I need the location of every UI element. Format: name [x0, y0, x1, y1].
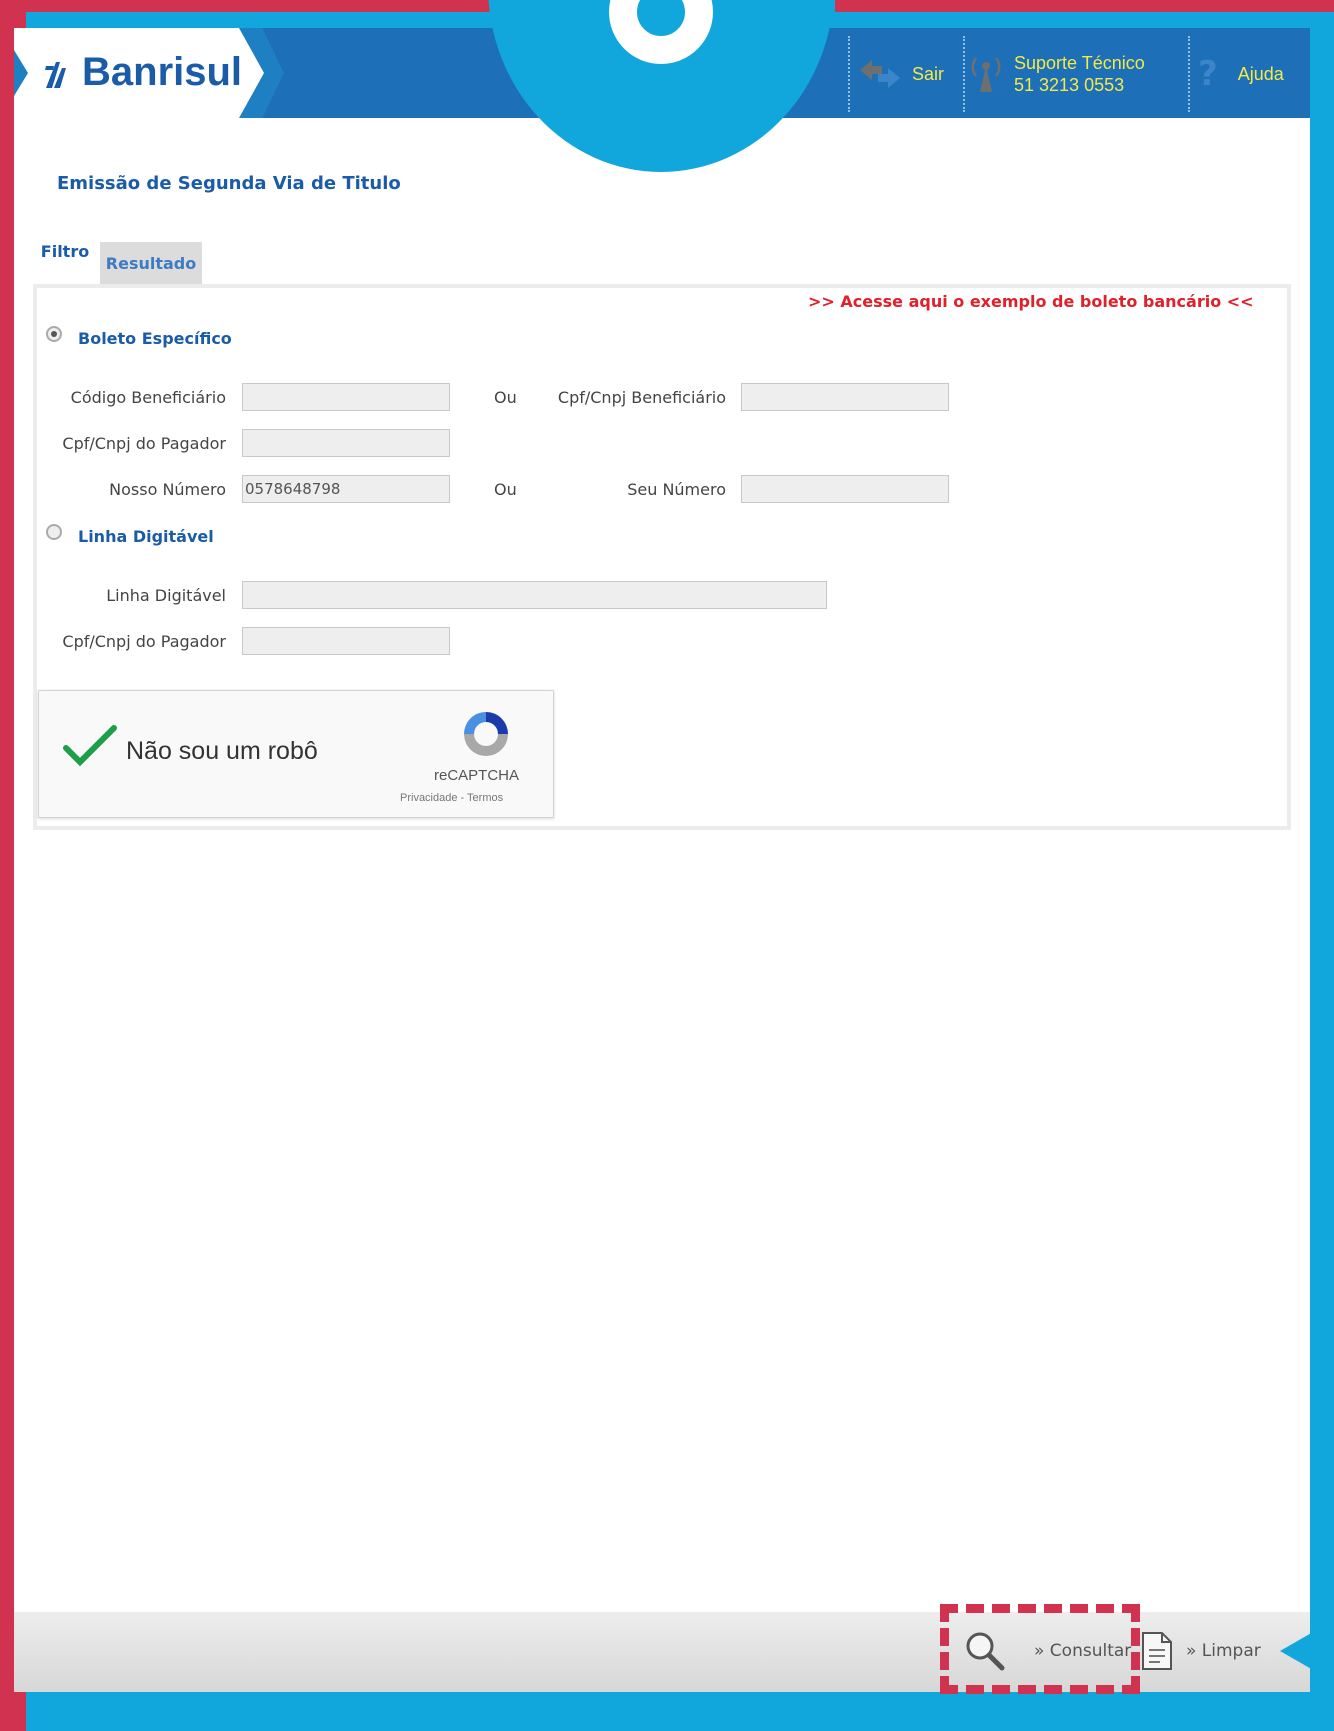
ou-separator: Ou — [494, 480, 517, 499]
radio-linha-digitavel-label[interactable]: Linha Digitável — [78, 527, 214, 546]
codigo-beneficiario-input[interactable] — [242, 383, 450, 411]
header-separator — [963, 36, 965, 112]
cpf-cnpj-beneficiario-input[interactable] — [741, 383, 949, 411]
tab-resultado[interactable]: Resultado — [100, 242, 202, 284]
cpf-cnpj-pagador-input[interactable] — [242, 429, 450, 457]
nosso-numero-label: Nosso Número — [109, 480, 226, 499]
seu-numero-input[interactable] — [741, 475, 949, 503]
suporte-label: Suporte Técnico — [1014, 53, 1145, 73]
page-title: Emissão de Segunda Via de Titulo — [57, 173, 401, 194]
support-antenna-icon — [971, 57, 1001, 92]
ou-separator: Ou — [494, 388, 517, 407]
sair-label: Sair — [912, 63, 945, 84]
seu-numero-label: Seu Número — [627, 480, 726, 499]
logo-text: Banrisul — [82, 50, 243, 94]
limpar-button[interactable]: » Limpar — [1186, 1641, 1261, 1661]
codigo-beneficiario-label: Código Beneficiário — [70, 388, 226, 407]
cpf-cnpj-pagador-label: Cpf/Cnpj do Pagador — [62, 434, 226, 453]
suporte-tecnico-button[interactable]: Suporte Técnico 51 3213 0553 — [968, 34, 1145, 114]
ajuda-label: Ajuda — [1237, 63, 1284, 84]
suporte-text: Suporte Técnico 51 3213 0553 — [1014, 52, 1145, 96]
boleto-example-link[interactable]: >> Acesse aqui o exemplo de boleto bancá… — [808, 292, 1254, 311]
app-window — [14, 28, 1310, 1688]
header-separator — [1188, 36, 1190, 112]
nosso-numero-input[interactable] — [242, 475, 450, 503]
suporte-phone: 51 3213 0553 — [1014, 75, 1125, 95]
recaptcha-terms[interactable]: Privacidade - Termos — [400, 792, 503, 804]
highlight-dashed-box — [940, 1604, 1140, 1694]
captcha-label: Não sou um robô — [126, 737, 318, 765]
banrisul-logo-icon — [45, 62, 66, 88]
cpf-cnpj-beneficiario-label: Cpf/Cnpj Beneficiário — [557, 388, 726, 407]
radio-boleto-especifico-label[interactable]: Boleto Específico — [78, 329, 232, 348]
sair-button[interactable]: Sair — [858, 34, 944, 114]
clear-document-icon[interactable] — [1140, 1630, 1174, 1672]
exit-arrows-icon — [860, 60, 900, 88]
recaptcha-logo-icon — [464, 712, 508, 756]
cpf-cnpj-pagador-2-label: Cpf/Cnpj do Pagador — [62, 632, 226, 651]
linha-digitavel-label: Linha Digitável — [106, 586, 226, 605]
radio-linha-digitavel[interactable] — [46, 524, 62, 540]
cpf-cnpj-pagador-2-input[interactable] — [242, 627, 450, 655]
recaptcha-brand: reCAPTCHA — [434, 767, 520, 784]
ajuda-button[interactable]: ? Ajuda — [1198, 34, 1284, 114]
captcha-checkmark-icon[interactable] — [62, 722, 118, 770]
radio-boleto-especifico[interactable] — [46, 326, 62, 342]
tab-filtro[interactable]: Filtro — [33, 232, 97, 284]
header-separator — [848, 36, 850, 112]
help-question-icon: ? — [1198, 54, 1218, 94]
bottom-frame-border — [26, 1692, 1334, 1731]
linha-digitavel-input[interactable] — [242, 581, 827, 609]
